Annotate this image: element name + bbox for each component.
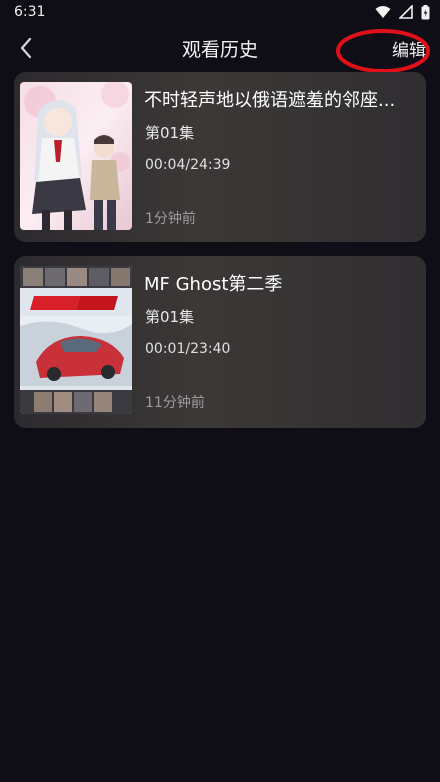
item-progress: 00:01/23:40 xyxy=(145,341,231,357)
wifi-icon xyxy=(375,6,391,18)
cover-thumbnail xyxy=(20,266,132,414)
edit-button[interactable]: 编辑 xyxy=(392,36,426,61)
item-time-ago: 11分钟前 xyxy=(145,395,205,411)
item-title: MF Ghost第二季 xyxy=(144,274,283,295)
status-icons xyxy=(375,4,430,20)
battery-icon xyxy=(421,4,430,19)
item-progress: 00:04/24:39 xyxy=(145,157,231,173)
history-list: 不时轻声地以俄语遮羞的邻座... 第01集 00:04/24:39 1分钟前 M… xyxy=(14,72,426,442)
header: 观看历史 编辑 xyxy=(0,26,440,70)
signal-icon xyxy=(399,5,413,19)
item-title: 不时轻声地以俄语遮羞的邻座... xyxy=(144,90,396,111)
page-title: 观看历史 xyxy=(181,39,258,61)
anime-cover-girl-school-icon xyxy=(20,82,132,230)
watch-history-screen: 6:31 观看历史 编辑 不时轻声地以俄语遮羞的邻座... 第01集 00:04… xyxy=(0,0,440,782)
item-episode: 第01集 xyxy=(145,124,195,142)
item-episode: 第01集 xyxy=(145,308,195,326)
status-bar: 6:31 xyxy=(0,0,440,26)
item-time-ago: 1分钟前 xyxy=(145,211,196,227)
anime-cover-race-car-icon xyxy=(20,266,132,414)
history-item[interactable]: 不时轻声地以俄语遮羞的邻座... 第01集 00:04/24:39 1分钟前 xyxy=(14,72,426,242)
history-item[interactable]: MF Ghost第二季 第01集 00:01/23:40 11分钟前 xyxy=(14,256,426,428)
cover-thumbnail xyxy=(20,82,132,230)
status-time: 6:31 xyxy=(14,4,46,20)
